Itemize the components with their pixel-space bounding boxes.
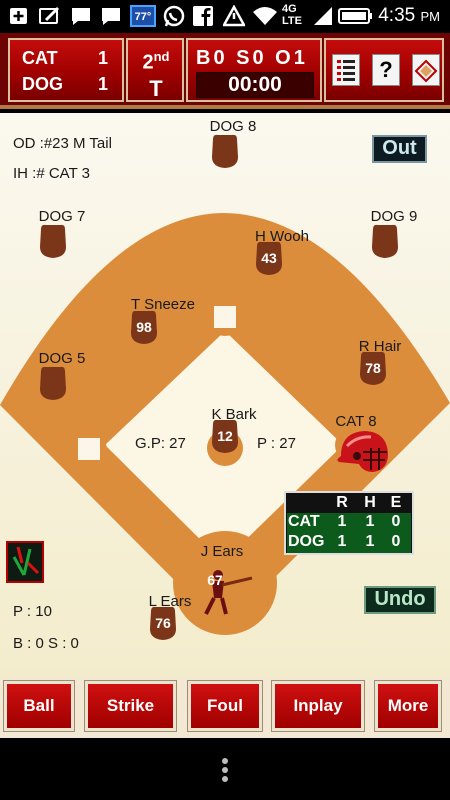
team-score: 1 <box>97 74 108 94</box>
glove-icon <box>40 224 66 258</box>
toolbar: ? <box>324 38 444 102</box>
inning-number: 2nd <box>142 49 170 74</box>
navigation-bar <box>0 738 450 800</box>
field-view-button[interactable] <box>412 54 440 86</box>
line-score-table: R H E CAT 1 1 0 DOG 1 1 0 <box>284 491 414 555</box>
in-hole-label: IH :# CAT 3 <box>13 165 90 182</box>
offense-defense-label: OD :#23 M Tail <box>13 135 112 152</box>
baseball-field: OD :#23 M Tail IH :# CAT 3 Out DOG 8 DOG… <box>0 113 450 677</box>
overflow-menu-icon[interactable] <box>221 758 229 782</box>
team-scores: CAT 1 DOG 1 <box>8 38 124 102</box>
clock-time: 4:35 <box>378 5 416 26</box>
fielder-glove[interactable]: 43 <box>254 240 284 276</box>
warning-icon <box>221 4 247 27</box>
team-score: 1 <box>97 48 108 68</box>
undo-button[interactable]: Undo <box>364 586 436 614</box>
network-type-label: 4G LTE <box>282 3 302 27</box>
help-button[interactable]: ? <box>372 54 400 86</box>
fielder-glove[interactable] <box>210 133 240 169</box>
fielder-label: T Sneeze <box>131 296 195 313</box>
more-button[interactable]: More <box>375 681 441 731</box>
line-score-rows: CAT 1 1 0 DOG 1 1 0 <box>287 513 411 553</box>
edit-icon <box>38 5 60 27</box>
column-header: H <box>364 494 376 511</box>
team-name: CAT <box>22 48 58 68</box>
signal-icon <box>312 5 334 27</box>
fielder-glove[interactable] <box>38 223 68 259</box>
catcher-helmet-icon[interactable] <box>333 426 391 474</box>
inning-half: T <box>149 76 163 101</box>
foul-button[interactable]: Foul <box>188 681 262 731</box>
column-header: R <box>336 494 348 511</box>
chat-bubble-icon <box>100 5 122 27</box>
count-panel: B0 S0 O1 00:00 <box>186 38 322 102</box>
list-icon <box>337 60 355 81</box>
diamond-icon <box>414 59 438 83</box>
column-header: E <box>390 494 402 511</box>
fielder-number: 78 <box>365 360 381 376</box>
team-name: DOG <box>22 74 64 94</box>
clock: 4:35 PM <box>378 5 440 27</box>
team-name: DOG <box>288 533 325 550</box>
fielder-number: 43 <box>261 250 277 266</box>
game-timer: 00:00 <box>196 72 314 98</box>
fielder-number: 98 <box>136 319 152 335</box>
question-icon: ? <box>379 57 393 82</box>
team-name: CAT <box>288 513 320 530</box>
status-bar: 77° 4G LTE 4:35 PM <box>0 0 450 33</box>
fielder-glove[interactable] <box>38 365 68 401</box>
fielder-glove[interactable]: 12 <box>210 418 240 454</box>
weather-icon: 77° <box>130 5 156 27</box>
whatsapp-icon <box>162 5 185 27</box>
action-bar: Ball Strike Foul Inplay More <box>0 677 450 738</box>
errors-cell: 0 <box>391 533 401 550</box>
ball-strike-out-count: B0 S0 O1 <box>196 47 308 69</box>
glove-icon <box>372 224 398 258</box>
fielder-number: 76 <box>155 615 171 631</box>
ball-strike-label: B : 0 S : 0 <box>13 635 79 652</box>
glove-icon <box>212 134 238 168</box>
glove-icon <box>40 366 66 400</box>
out-button[interactable]: Out <box>372 135 427 163</box>
chat-bubble-icon <box>70 5 92 27</box>
fielder-glove[interactable]: 76 <box>148 605 178 641</box>
fielder-number: 12 <box>217 428 233 444</box>
clock-ampm: PM <box>420 9 441 24</box>
inning-indicator: 2nd T <box>126 38 184 102</box>
inplay-button[interactable]: Inplay <box>272 681 364 731</box>
runs-cell: 1 <box>337 533 347 550</box>
strike-button[interactable]: Strike <box>85 681 176 731</box>
gp-label: G.P: 27 <box>135 435 186 452</box>
wifi-icon <box>252 5 277 27</box>
pitch-count-label: P : 10 <box>13 603 52 620</box>
add-box-icon <box>8 5 30 27</box>
hits-cell: 1 <box>365 533 375 550</box>
pitch-chart-icon <box>12 546 40 576</box>
facebook-icon <box>192 5 214 27</box>
lineup-button[interactable] <box>332 54 360 86</box>
ball-button[interactable]: Ball <box>4 681 74 731</box>
pitch-chart-button[interactable] <box>6 541 44 583</box>
hits-cell: 1 <box>365 513 375 530</box>
errors-cell: 0 <box>391 513 401 530</box>
battery-icon <box>338 5 372 27</box>
scoreboard: CAT 1 DOG 1 2nd T B0 S0 O1 00:00 ? <box>0 33 450 109</box>
fielder-glove[interactable]: 98 <box>129 309 159 345</box>
pitch-label: P : 27 <box>257 435 296 452</box>
runs-cell: 1 <box>337 513 347 530</box>
fielder-glove[interactable] <box>370 223 400 259</box>
fielder-glove[interactable]: 78 <box>358 350 388 386</box>
batter-label: J Ears <box>200 543 244 560</box>
batter-number: 67 <box>207 572 223 588</box>
